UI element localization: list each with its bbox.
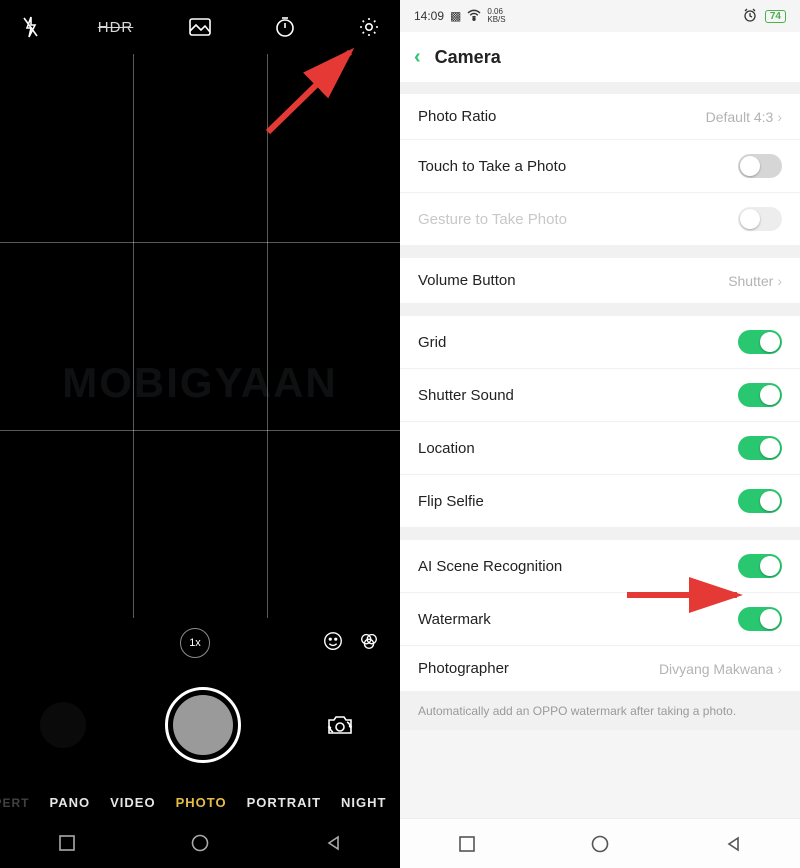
setting-row-flip-selfie[interactable]: Flip Selfie	[400, 475, 800, 528]
setting-label: Gesture to Take Photo	[418, 211, 567, 228]
toggle-switch[interactable]	[738, 383, 782, 407]
setting-row-photographer[interactable]: Photographer Divyang Makwana›	[400, 646, 800, 692]
status-indicator-icon: ▩	[450, 9, 461, 23]
setting-label: Photo Ratio	[418, 108, 496, 125]
hdr-toggle[interactable]: HDR	[103, 14, 129, 40]
mode-item[interactable]: XPERT	[0, 796, 30, 810]
setting-value: Shutter›	[728, 273, 782, 289]
shutter-button[interactable]	[165, 687, 241, 763]
gear-icon[interactable]	[356, 14, 382, 40]
nav-recents-icon[interactable]	[458, 835, 476, 853]
setting-row-photo-ratio[interactable]: Photo Ratio Default 4:3›	[400, 94, 800, 140]
camera-top-toolbar: HDR	[0, 0, 400, 54]
settings-list[interactable]: Photo Ratio Default 4:3› Touch to Take a P…	[400, 82, 800, 818]
battery-level: 74	[765, 10, 786, 23]
camera-app: HDR MOBIGYAAN	[0, 0, 400, 868]
gallery-thumbnail[interactable]	[40, 702, 86, 748]
setting-row-touch-to-take-a-photo[interactable]: Touch to Take a Photo	[400, 140, 800, 193]
timer-icon[interactable]	[272, 14, 298, 40]
switch-camera-icon[interactable]	[320, 705, 360, 745]
watermark-text: MOBIGYAAN	[0, 359, 400, 407]
setting-row-shutter-sound[interactable]: Shutter Sound	[400, 369, 800, 422]
setting-label: Flip Selfie	[418, 493, 484, 510]
toggle-switch[interactable]	[738, 489, 782, 513]
nav-home-icon[interactable]	[591, 835, 609, 853]
grid-line	[0, 430, 400, 431]
mode-item-active[interactable]: PHOTO	[176, 795, 227, 810]
setting-row-watermark[interactable]: Watermark	[400, 593, 800, 646]
setting-label: Grid	[418, 334, 446, 351]
zoom-badge[interactable]: 1x	[180, 628, 210, 658]
grid-line	[267, 54, 268, 618]
flash-off-icon[interactable]	[18, 14, 44, 40]
settings-header: ‹ Camera	[400, 32, 800, 82]
toggle-switch[interactable]	[738, 436, 782, 460]
mode-item[interactable]: NIGHT	[341, 795, 386, 810]
alarm-icon	[743, 8, 757, 25]
grid-line	[133, 54, 134, 618]
setting-label: Photographer	[418, 660, 509, 677]
chevron-right-icon: ›	[777, 661, 782, 677]
nav-back-icon[interactable]	[324, 834, 342, 852]
toggle-switch[interactable]	[738, 607, 782, 631]
camera-controls: 1x XP	[0, 618, 400, 818]
android-nav-bar	[0, 818, 400, 868]
setting-value: Default 4:3›	[706, 109, 782, 125]
aspect-ratio-icon[interactable]	[187, 14, 213, 40]
setting-label: Touch to Take a Photo	[418, 158, 566, 175]
beauty-icon[interactable]	[322, 630, 344, 657]
toggle-switch[interactable]	[738, 330, 782, 354]
mode-item[interactable]: VIDEO	[110, 795, 155, 810]
grid-line	[0, 242, 400, 243]
setting-value: Divyang Makwana›	[659, 661, 782, 677]
network-rate: 0.06KB/S	[487, 8, 505, 24]
setting-row-volume-button[interactable]: Volume Button Shutter›	[400, 258, 800, 304]
setting-label: Location	[418, 440, 475, 457]
camera-viewfinder[interactable]: MOBIGYAAN	[0, 54, 400, 618]
camera-settings-screen: 14:09 ▩ 0.06KB/S 74 ‹ Camera Photo Ratio…	[400, 0, 800, 868]
chevron-right-icon: ›	[777, 273, 782, 289]
setting-row-location[interactable]: Location	[400, 422, 800, 475]
android-nav-bar	[400, 818, 800, 868]
toggle-switch	[738, 207, 782, 231]
wifi-icon	[467, 9, 481, 24]
toggle-switch[interactable]	[738, 554, 782, 578]
setting-label: Watermark	[418, 611, 491, 628]
mode-item[interactable]: PORTRAIT	[247, 795, 321, 810]
mode-strip[interactable]: XPERT PANO VIDEO PHOTO PORTRAIT NIGHT S	[0, 787, 400, 818]
setting-row-grid[interactable]: Grid	[400, 316, 800, 369]
status-time: 14:09	[414, 9, 444, 23]
toggle-switch[interactable]	[738, 154, 782, 178]
nav-home-icon[interactable]	[191, 834, 209, 852]
setting-label: Shutter Sound	[418, 387, 514, 404]
back-button[interactable]: ‹	[414, 46, 421, 69]
settings-footer-note: Automatically add an OPPO watermark afte…	[400, 692, 800, 730]
setting-label: Volume Button	[418, 272, 516, 289]
setting-row-gesture-to-take-photo: Gesture to Take Photo	[400, 193, 800, 246]
mode-item[interactable]: PANO	[50, 795, 91, 810]
setting-row-ai-scene-recognition[interactable]: AI Scene Recognition	[400, 540, 800, 593]
setting-label: AI Scene Recognition	[418, 558, 562, 575]
page-title: Camera	[435, 47, 501, 68]
filter-icon[interactable]	[358, 630, 380, 657]
chevron-right-icon: ›	[777, 109, 782, 125]
nav-recents-icon[interactable]	[58, 834, 76, 852]
android-status-bar: 14:09 ▩ 0.06KB/S 74	[400, 0, 800, 32]
nav-back-icon[interactable]	[724, 835, 742, 853]
